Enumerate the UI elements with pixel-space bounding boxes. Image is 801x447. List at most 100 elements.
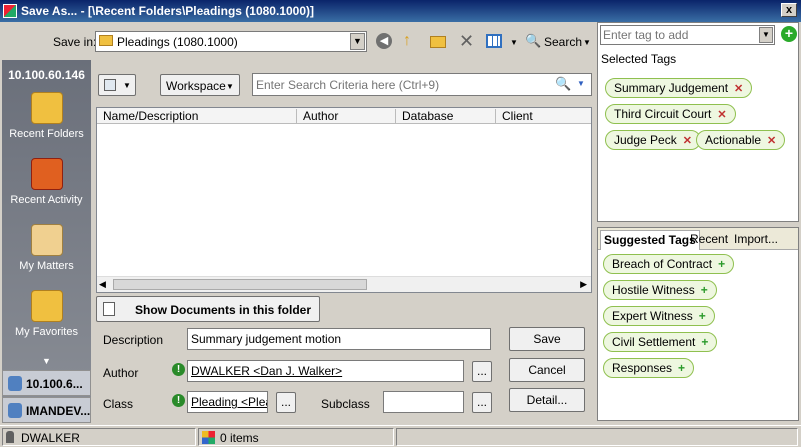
document-list[interactable]: Name/Description Author Database Client …	[96, 107, 592, 293]
workspace-dropdown[interactable]: Workspace ▼	[160, 74, 240, 96]
show-documents-label: Show Documents in this folder	[135, 303, 312, 317]
my-matters-icon	[30, 224, 63, 256]
search-icon[interactable]: 🔍	[525, 33, 541, 49]
suggested-tag[interactable]: Expert Witness +	[603, 306, 715, 326]
save-in-dropdown[interactable]: Pleadings (1080.1000) ▼	[95, 31, 367, 52]
remove-tag-icon[interactable]: ✕	[683, 135, 692, 147]
window-title: Save As... - [\Recent Folders\Pleadings …	[21, 4, 315, 18]
document-icon	[104, 79, 116, 91]
sidebar-item-label: My Favorites	[15, 326, 78, 338]
navigation-sidebar: 10.100.60.146 Recent Folders Recent Acti…	[2, 60, 91, 422]
detail-button[interactable]: Detail...	[509, 388, 585, 412]
tab-suggested-tags[interactable]: Suggested Tags	[600, 230, 700, 250]
sidebar-item-recent-folders[interactable]: Recent Folders	[2, 92, 91, 142]
chevron-down-icon: ▼	[226, 82, 234, 91]
suggested-tag[interactable]: Hostile Witness +	[603, 280, 717, 300]
class-value: Pleading <Plead	[191, 395, 267, 409]
tag-label: Breach of Contract	[612, 257, 713, 271]
delete-icon[interactable]: ✕	[459, 31, 474, 52]
subclass-label: Subclass	[321, 397, 370, 411]
scrollbar-thumb[interactable]	[113, 279, 367, 290]
recent-folders-icon	[30, 92, 63, 124]
scroll-left-icon[interactable]: ◀	[99, 279, 106, 290]
user-icon	[6, 431, 14, 443]
subclass-browse-button[interactable]: ...	[472, 392, 492, 413]
author-browse-button[interactable]: ...	[472, 361, 492, 382]
db-item-label: IMANDEV...	[26, 404, 91, 418]
remove-tag-icon[interactable]: ✕	[767, 135, 776, 147]
subclass-field[interactable]	[383, 391, 464, 413]
add-tag-icon[interactable]: +	[699, 309, 706, 323]
database-icon	[8, 403, 22, 418]
selected-tag[interactable]: Summary Judgement ✕	[605, 78, 753, 98]
chevron-down-icon[interactable]: ▼	[350, 33, 365, 50]
suggested-tag[interactable]: Breach of Contract +	[603, 254, 735, 274]
document-icon	[103, 302, 115, 316]
chevron-down-icon[interactable]: ▼	[759, 27, 773, 43]
close-button[interactable]: x	[781, 3, 797, 17]
class-field[interactable]: Pleading <Plead	[187, 391, 268, 413]
search-icon[interactable]: 🔍	[555, 76, 571, 92]
add-tag-icon[interactable]: +	[781, 26, 797, 42]
search-options-chevron-icon[interactable]: ▼	[577, 79, 585, 88]
remove-tag-icon[interactable]: ✕	[734, 83, 743, 95]
sidebar-scroll-down-icon[interactable]: ▼	[2, 356, 91, 366]
save-button[interactable]: Save	[509, 327, 585, 351]
view-dropdown-chevron-icon[interactable]: ▼	[510, 38, 518, 47]
search-chevron-icon[interactable]: ▼	[583, 38, 591, 47]
add-tag-icon[interactable]: +	[718, 257, 725, 271]
add-tag-icon[interactable]: +	[701, 283, 708, 297]
search-criteria-input[interactable]	[256, 77, 546, 92]
selected-tags-panel: ▼ + Selected Tags Summary Judgement ✕ Thi…	[597, 22, 799, 222]
selected-tag[interactable]: Actionable ✕	[696, 130, 786, 150]
new-item-dropdown[interactable]: ▼	[98, 74, 136, 96]
class-browse-button[interactable]: ...	[276, 392, 296, 413]
column-header-name[interactable]: Name/Description	[97, 109, 297, 124]
folder-icon	[99, 35, 113, 46]
new-folder-icon[interactable]	[430, 36, 446, 48]
cancel-button[interactable]: Cancel	[509, 358, 585, 382]
db-item-2[interactable]: IMANDEV...	[2, 397, 91, 423]
tag-label: Summary Judgement	[614, 81, 729, 95]
add-tag-icon[interactable]: +	[678, 361, 685, 375]
sidebar-item-my-favorites[interactable]: My Favorites	[2, 290, 91, 340]
criteria-search-box[interactable]: 🔍 ▼	[252, 73, 592, 96]
grid-header: Name/Description Author Database Client	[97, 108, 591, 124]
view-options-icon[interactable]	[486, 34, 502, 48]
column-header-author[interactable]: Author	[297, 109, 396, 124]
selected-tags-heading: Selected Tags	[601, 52, 677, 66]
search-button[interactable]: Search	[544, 35, 582, 49]
description-field[interactable]: Summary judgement motion	[187, 328, 491, 350]
author-field[interactable]: DWALKER <Dan J. Walker>	[187, 360, 464, 382]
back-icon[interactable]: ◀	[376, 33, 392, 49]
scroll-right-icon[interactable]: ▶	[580, 279, 587, 290]
description-label: Description	[103, 333, 164, 347]
author-value: DWALKER <Dan J. Walker>	[191, 364, 343, 378]
column-header-client[interactable]: Client	[496, 109, 591, 124]
add-tag-icon[interactable]: +	[701, 335, 708, 349]
suggested-tag[interactable]: Responses +	[603, 358, 695, 378]
suggested-tag[interactable]: Civil Settlement +	[603, 332, 718, 352]
db-item-1[interactable]: 10.100.6...	[2, 370, 91, 396]
horizontal-scrollbar[interactable]: ◀ ▶	[97, 276, 591, 292]
sidebar-item-my-matters[interactable]: My Matters	[2, 224, 91, 274]
tag-label: Hostile Witness	[612, 283, 695, 297]
up-folder-icon[interactable]: ↑	[403, 32, 419, 50]
status-bar: DWALKER 0 items	[0, 425, 801, 447]
column-header-database[interactable]: Database	[396, 109, 496, 124]
selected-tag[interactable]: Judge Peck ✕	[605, 130, 701, 150]
tag-add-input[interactable]	[603, 28, 753, 42]
tab-recent[interactable]: Recent	[690, 232, 728, 246]
status-items-panel: 0 items	[198, 428, 394, 446]
show-documents-button[interactable]: Show Documents in this folder	[96, 296, 320, 322]
selected-tag[interactable]: Third Circuit Court ✕	[605, 104, 736, 124]
remove-tag-icon[interactable]: ✕	[717, 109, 726, 121]
tab-import[interactable]: Import...	[734, 232, 778, 246]
workspace-label: Workspace	[166, 79, 226, 93]
tag-add-combo[interactable]: ▼	[600, 25, 775, 45]
sidebar-item-recent-activity[interactable]: Recent Activity	[2, 158, 91, 208]
tag-label: Responses	[612, 361, 673, 375]
save-in-value: Pleadings (1080.1000)	[117, 35, 238, 49]
my-favorites-icon	[30, 290, 63, 322]
author-label: Author	[103, 366, 139, 380]
